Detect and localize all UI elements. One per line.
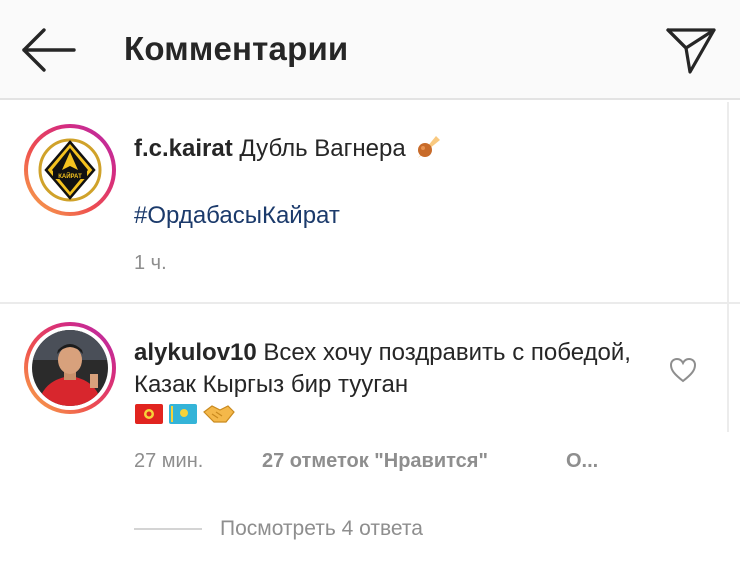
- comet-icon: [418, 136, 441, 158]
- fc-kairat-logo: КАЙРАТ: [32, 132, 108, 208]
- likes-count-link[interactable]: 27 отметок "Нравится": [262, 450, 488, 473]
- caption-body: Дубль Вагнера: [239, 135, 406, 162]
- caption-text: f.c.kairat Дубль Вагнера: [134, 132, 442, 165]
- comment-username[interactable]: alykulov10: [134, 339, 257, 366]
- post-username[interactable]: f.c.kairat: [134, 135, 233, 162]
- svg-text:КАЙРАТ: КАЙРАТ: [58, 172, 82, 180]
- flag-kazakhstan-icon: [169, 404, 197, 424]
- paper-plane-icon: [666, 28, 716, 74]
- post-caption-block: КАЙРАТ f.c.kairat Дубль Вагнера #Ордабас…: [0, 102, 740, 302]
- heart-outline-icon: [669, 357, 697, 383]
- avatar[interactable]: [24, 322, 116, 414]
- comment-text: alykulov10 Всех хочу поздравить с победо…: [134, 337, 644, 401]
- emoji-group: [134, 401, 236, 427]
- arrow-left-icon: [22, 28, 76, 72]
- page-title: Комментарии: [124, 30, 349, 67]
- comment-timestamp: 27 мин.: [134, 450, 204, 472]
- share-button[interactable]: [660, 22, 720, 78]
- user-photo: [32, 330, 108, 406]
- comment-item: alykulov10 Всех хочу поздравить с победо…: [0, 304, 740, 567]
- avatar[interactable]: КАЙРАТ: [24, 124, 116, 216]
- back-button[interactable]: [20, 26, 76, 74]
- top-bar: Комментарии: [0, 0, 740, 100]
- hashtag-link[interactable]: #ОрдабасыКайрат: [134, 202, 340, 230]
- post-timestamp: 1 ч.: [134, 252, 167, 274]
- handshake-icon: [203, 405, 235, 423]
- reply-button[interactable]: О...: [566, 450, 598, 473]
- flag-kyrgyzstan-icon: [135, 404, 163, 424]
- view-replies-link[interactable]: Посмотреть 4 ответа: [220, 517, 423, 541]
- like-button[interactable]: [668, 356, 698, 384]
- replies-divider: [134, 528, 202, 530]
